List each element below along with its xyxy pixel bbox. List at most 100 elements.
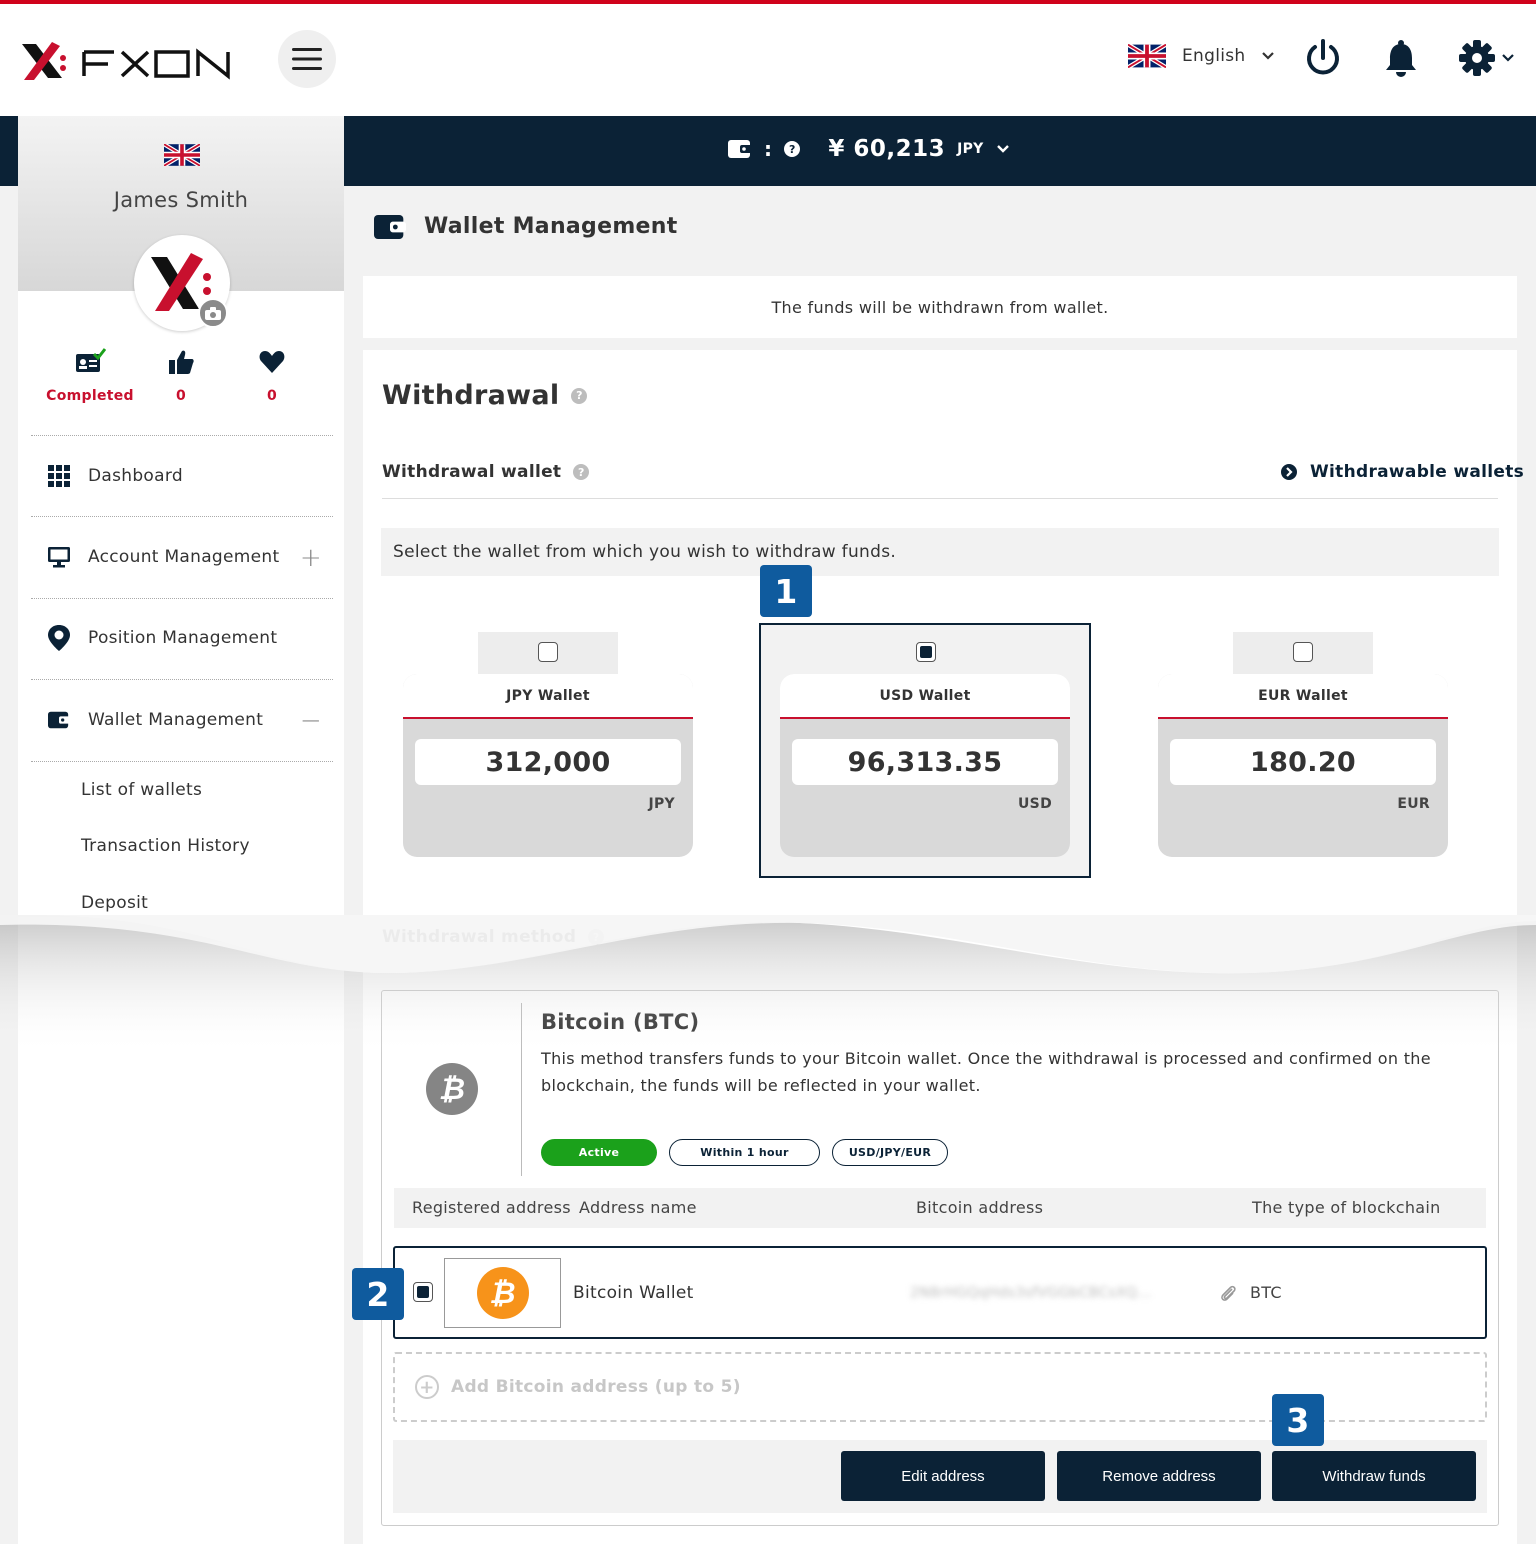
divider bbox=[31, 761, 333, 762]
divider bbox=[31, 516, 333, 517]
address-table-header: Registered address Address name Bitcoin … bbox=[394, 1188, 1486, 1228]
fxon-logo[interactable] bbox=[18, 38, 238, 90]
currencies-badge: USD/JPY/EUR bbox=[832, 1139, 948, 1166]
help-icon[interactable]: ? bbox=[571, 387, 588, 404]
header: English bbox=[0, 4, 1536, 116]
sidebar-item-label: Dashboard bbox=[88, 466, 183, 486]
jpy-wallet-checkbox[interactable] bbox=[538, 642, 558, 662]
status-badge-active: Active bbox=[541, 1139, 657, 1166]
method-title: Bitcoin (BTC) bbox=[541, 1010, 700, 1034]
help-icon[interactable]: ? bbox=[588, 929, 605, 945]
withdrawable-wallets-text: Withdrawable wallets bbox=[1310, 462, 1525, 482]
bitcoin-address: 2N8rHGQqHds3sfVGGbCBCsXQ... bbox=[910, 1285, 1152, 1301]
column-header: The type of blockchain bbox=[1252, 1198, 1441, 1217]
wallet-name: JPY Wallet bbox=[403, 674, 693, 719]
settings-button[interactable] bbox=[1458, 38, 1514, 78]
favorites-count[interactable]: 0 bbox=[212, 348, 332, 404]
chevron-down-icon bbox=[996, 145, 1009, 153]
expand-icon[interactable]: + bbox=[300, 543, 322, 573]
id-card-check-icon bbox=[76, 348, 107, 372]
withdraw-funds-button[interactable]: Withdraw funds bbox=[1272, 1451, 1476, 1501]
total-balance-display[interactable]: : ? ¥ 60,213 JPY bbox=[728, 136, 1010, 162]
eur-wallet-card[interactable]: EUR Wallet 180.20 EUR bbox=[1158, 674, 1448, 857]
eur-wallet-checkbox-tab[interactable] bbox=[1233, 632, 1373, 678]
withdrawal-heading: Withdrawal ? bbox=[382, 380, 588, 411]
divider bbox=[521, 1003, 522, 1176]
address-row-checkbox[interactable] bbox=[413, 1282, 433, 1302]
column-header: Address name bbox=[579, 1198, 697, 1217]
sidebar-subitem-list-of-wallets[interactable]: List of wallets bbox=[81, 780, 202, 800]
sidebar-item-label: Wallet Management bbox=[88, 710, 264, 730]
language-selector[interactable]: English bbox=[1128, 44, 1275, 68]
user-flag-icon bbox=[162, 142, 202, 170]
logout-button[interactable] bbox=[1304, 38, 1342, 82]
plus-circle-icon: + bbox=[415, 1375, 439, 1399]
paperclip-icon[interactable] bbox=[1218, 1283, 1238, 1308]
remove-address-button[interactable]: Remove address bbox=[1057, 1451, 1261, 1501]
camera-icon[interactable] bbox=[198, 298, 228, 328]
menu-toggle-button[interactable] bbox=[278, 30, 336, 88]
user-name: James Smith bbox=[113, 188, 249, 212]
eur-wallet-checkbox[interactable] bbox=[1293, 642, 1313, 662]
monitor-icon bbox=[48, 547, 70, 568]
sidebar-item-account-management[interactable]: Account Management + bbox=[48, 537, 332, 577]
collapse-icon[interactable]: − bbox=[300, 706, 322, 736]
favorites-value: 0 bbox=[266, 388, 278, 404]
balance-amount: ¥ 60,213 bbox=[828, 136, 946, 162]
wallet-name: USD Wallet bbox=[780, 674, 1070, 719]
edit-address-button[interactable]: Edit address bbox=[841, 1451, 1045, 1501]
sidebar-item-wallet-management[interactable]: Wallet Management − bbox=[48, 700, 332, 740]
wallet-amount: 180.20 bbox=[1170, 739, 1436, 785]
wallet-currency: JPY bbox=[648, 796, 675, 812]
page-title-text: Wallet Management bbox=[424, 214, 678, 239]
sidebar-subitem-deposit[interactable]: Deposit bbox=[81, 893, 148, 913]
usd-wallet-checkbox-tab[interactable] bbox=[856, 632, 996, 678]
thumbs-up-icon bbox=[169, 350, 194, 374]
sidebar-item-position-management[interactable]: Position Management bbox=[48, 618, 332, 658]
bell-icon bbox=[1386, 40, 1416, 77]
balance-currency: JPY bbox=[957, 141, 984, 157]
divider bbox=[31, 598, 333, 599]
withdrawable-wallets-link[interactable]: Withdrawable wallets bbox=[1280, 462, 1524, 482]
divider bbox=[31, 679, 333, 680]
column-header: Registered address bbox=[412, 1198, 571, 1217]
notifications-button[interactable] bbox=[1382, 38, 1420, 82]
power-icon bbox=[1307, 39, 1339, 75]
help-icon[interactable]: ? bbox=[573, 464, 590, 480]
wallet-amount: 96,313.35 bbox=[792, 739, 1058, 785]
language-label: English bbox=[1182, 46, 1246, 66]
wallet-icon bbox=[728, 140, 752, 158]
sidebar: James Smith Completed 0 0 Dashboard Acco… bbox=[18, 116, 344, 1544]
usd-wallet-checkbox[interactable] bbox=[916, 642, 936, 662]
divider bbox=[31, 435, 333, 436]
sidebar-item-dashboard[interactable]: Dashboard bbox=[48, 456, 332, 496]
notice-banner: The funds will be withdrawn from wallet. bbox=[363, 276, 1517, 338]
wallet-icon bbox=[48, 711, 70, 729]
wallet-amount: 312,000 bbox=[415, 739, 681, 785]
sidebar-subitem-transaction-history[interactable]: Transaction History bbox=[81, 836, 250, 856]
wallet-icon bbox=[374, 214, 406, 239]
step-badge-2: 2 bbox=[352, 1268, 404, 1320]
chevron-down-icon bbox=[1502, 54, 1514, 62]
bitcoin-wallet-logo: ₿ bbox=[444, 1258, 561, 1328]
withdrawal-heading-text: Withdrawal bbox=[382, 380, 560, 411]
wallet-currency: USD bbox=[1018, 796, 1052, 812]
help-icon[interactable]: ? bbox=[784, 141, 801, 157]
gear-icon bbox=[1459, 40, 1495, 76]
grid-icon bbox=[48, 465, 70, 487]
jpy-wallet-checkbox-tab[interactable] bbox=[478, 632, 618, 678]
withdrawal-wallet-label: Withdrawal wallet ? bbox=[382, 462, 590, 482]
divider bbox=[382, 498, 1498, 499]
chevron-right-circle-icon bbox=[1281, 464, 1297, 480]
jpy-wallet-card[interactable]: JPY Wallet 312,000 JPY bbox=[403, 674, 693, 857]
add-address-label: Add Bitcoin address (up to 5) bbox=[451, 1377, 741, 1397]
withdrawal-wallet-label-text: Withdrawal wallet bbox=[382, 462, 562, 482]
page-title: Wallet Management bbox=[374, 214, 678, 239]
usd-wallet-card[interactable]: USD Wallet 96,313.35 USD bbox=[780, 674, 1070, 857]
method-description: This method transfers funds to your Bitc… bbox=[541, 1049, 1431, 1095]
chevron-down-icon bbox=[1262, 52, 1275, 60]
step-badge-1: 1 bbox=[760, 565, 812, 617]
bitcoin-icon: ₿ bbox=[426, 1063, 478, 1115]
bitcoin-icon: ₿ bbox=[476, 1267, 529, 1319]
sidebar-item-label: Position Management bbox=[88, 628, 278, 648]
